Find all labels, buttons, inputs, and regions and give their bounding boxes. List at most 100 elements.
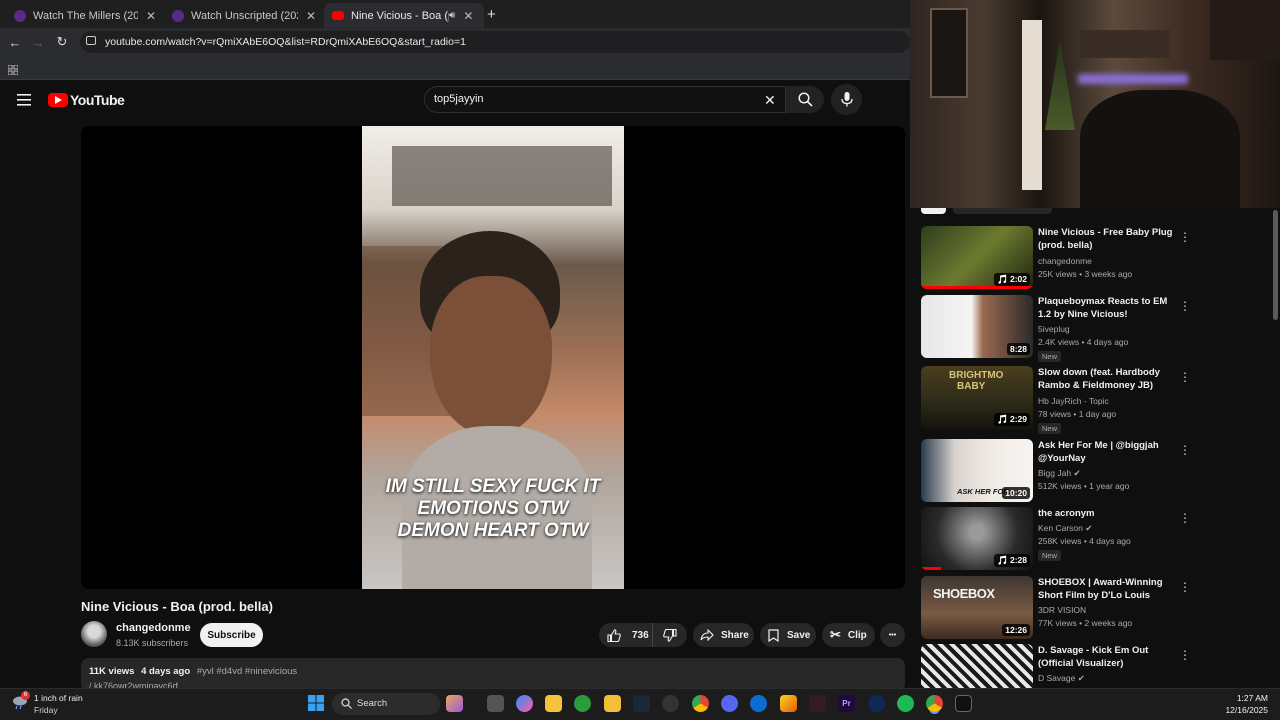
recommended-video[interactable]: 🎵︎ 2:28 the acronym Ken Carson ✔ 258K vi…	[921, 507, 1191, 571]
recommended-video[interactable]: 🎵︎ 2:02 Nine Vicious - Free Baby Plug (p…	[921, 226, 1191, 290]
forward-arrow-icon[interactable]: →	[29, 33, 47, 51]
rec-channel[interactable]: 5iveplug	[1038, 324, 1070, 334]
microsoft-store-icon[interactable]	[545, 695, 562, 712]
rec-channel[interactable]: 3DR VISION	[1038, 605, 1086, 615]
steam-icon[interactable]	[633, 695, 650, 712]
premiere-pro-icon[interactable]: Pr	[838, 695, 855, 712]
clear-search-icon[interactable]: ✕	[764, 92, 776, 109]
site-info-icon[interactable]	[86, 36, 96, 45]
rec-title[interactable]: Slow down (feat. Hardbody Rambo & Fieldm…	[1038, 366, 1178, 392]
tab-unscripted[interactable]: Watch Unscripted (2025) - Free ✕	[164, 3, 324, 28]
spotify-icon[interactable]	[897, 695, 914, 712]
chip-filter[interactable]	[953, 208, 1052, 214]
video-thumbnail[interactable]: ASK HER FOR 10:20	[921, 439, 1033, 502]
windows-start-icon[interactable]	[308, 695, 324, 711]
url-text[interactable]: youtube.com/watch?v=rQmiXAbE6OQ&list=RDr…	[105, 36, 466, 48]
more-actions-button[interactable]: •••	[880, 623, 905, 647]
recommended-video[interactable]: SHOEBOX 12:26 SHOEBOX | Award-Winning Sh…	[921, 576, 1191, 640]
app-icon[interactable]	[955, 695, 972, 712]
more-vert-icon[interactable]: ⋮	[1179, 648, 1191, 662]
copilot-app-icon[interactable]	[516, 695, 533, 712]
channel-avatar[interactable]	[81, 621, 107, 647]
rec-title[interactable]: D. Savage - Kick Em Out (Official Visual…	[1038, 644, 1178, 670]
xbox-icon[interactable]	[574, 695, 591, 712]
video-thumbnail[interactable]	[921, 644, 1033, 688]
clock-date[interactable]: 12/16/2025	[1200, 705, 1268, 715]
chip-filter[interactable]	[921, 208, 946, 214]
chrome-icon[interactable]	[692, 695, 709, 712]
weather-text[interactable]: 1 inch of rain	[34, 693, 83, 703]
like-button[interactable]: 736	[599, 623, 652, 647]
rec-title[interactable]: Ask Her For Me | @biggjah @YourNay	[1038, 439, 1178, 465]
back-arrow-icon[interactable]: ←	[6, 33, 24, 51]
voice-search-button[interactable]	[831, 84, 862, 115]
more-vert-icon[interactable]: ⋮	[1179, 580, 1191, 594]
video-thumbnail[interactable]: 8:28	[921, 295, 1033, 358]
more-vert-icon[interactable]: ⋮	[1179, 443, 1191, 457]
apps-grid-icon[interactable]	[7, 62, 19, 76]
tab-the-millers[interactable]: Watch The Millers (2024) - Free ✕	[6, 3, 164, 28]
app-icon[interactable]	[809, 695, 826, 712]
video-player[interactable]: IM STILL SEXY FUCK IT EMOTIONS OTW DEMON…	[81, 126, 905, 589]
scrollbar-thumb[interactable]	[1273, 210, 1278, 320]
close-tab-icon[interactable]: ✕	[306, 9, 316, 23]
video-thumbnail[interactable]: 🎵︎ 2:02	[921, 226, 1033, 289]
speaker-icon[interactable]: 🔊︎	[449, 10, 455, 21]
description-box[interactable]: 11K views 4 days ago #yvl #d4vd #ninevic…	[81, 658, 905, 692]
rec-meta: 25K views • 3 weeks ago	[1038, 269, 1133, 279]
hashtags[interactable]: #yvl #d4vd #ninevicious	[197, 666, 297, 677]
more-vert-icon[interactable]: ⋮	[1179, 370, 1191, 384]
video-thumbnail[interactable]: 🎵︎ 2:28	[921, 507, 1033, 570]
scrollbar[interactable]	[1271, 208, 1279, 688]
tab-nine-vicious[interactable]: Nine Vicious - Boa (prod. b 🔊︎ ✕	[324, 3, 484, 28]
rec-channel[interactable]: Hb JayRich - Topic	[1038, 396, 1109, 406]
view-count: 11K views	[89, 666, 135, 677]
search-query[interactable]: top5jayyin	[434, 93, 484, 105]
share-button[interactable]: Share	[693, 623, 754, 647]
new-tab-button[interactable]: +	[487, 6, 496, 23]
hamburger-menu-icon[interactable]	[17, 93, 31, 106]
rec-channel[interactable]: Bigg Jah ✔	[1038, 468, 1081, 479]
obs-icon[interactable]	[662, 695, 679, 712]
rec-title[interactable]: Nine Vicious - Free Baby Plug (prod. bel…	[1038, 226, 1178, 252]
clip-button[interactable]: ✂ Clip	[822, 623, 875, 647]
reload-icon[interactable]: ↻	[53, 33, 71, 51]
rec-title[interactable]: the acronym	[1038, 507, 1178, 520]
rec-title[interactable]: SHOEBOX | Award-Winning Short Film by D'…	[1038, 576, 1178, 602]
upload-date: 4 days ago	[141, 666, 191, 677]
rec-title[interactable]: Plaqueboymax Reacts to EM 1.2 by Nine Vi…	[1038, 295, 1178, 321]
video-thumbnail[interactable]: SHOEBOX 12:26	[921, 576, 1033, 639]
thumbs-up-icon	[607, 628, 621, 642]
tab-title: Watch Unscripted (2025) - Free	[191, 9, 298, 22]
file-explorer-icon[interactable]	[604, 695, 621, 712]
rec-channel[interactable]: Ken Carson ✔	[1038, 523, 1092, 534]
recommended-video[interactable]: D. Savage - Kick Em Out (Official Visual…	[921, 644, 1191, 688]
taskbar-search[interactable]: Search	[332, 693, 440, 715]
subscribe-button[interactable]: Subscribe	[200, 623, 263, 647]
rec-channel[interactable]: D Savage ✔	[1038, 673, 1085, 684]
more-vert-icon[interactable]: ⋮	[1179, 511, 1191, 525]
save-button[interactable]: Save	[760, 623, 816, 647]
recommended-video[interactable]: ASK HER FOR 10:20 Ask Her For Me | @bigg…	[921, 439, 1191, 503]
task-view-icon[interactable]	[487, 695, 504, 712]
app-icon[interactable]	[868, 695, 885, 712]
video-frame[interactable]: IM STILL SEXY FUCK IT EMOTIONS OTW DEMON…	[362, 126, 624, 589]
close-tab-icon[interactable]: ✕	[146, 9, 156, 23]
clock-time[interactable]: 1:27 AM	[1210, 693, 1268, 703]
video-thumbnail[interactable]: BRIGHTMO BABY 🎵︎ 2:29	[921, 366, 1033, 429]
chrome-active-icon[interactable]	[926, 695, 943, 712]
search-button[interactable]	[786, 86, 824, 113]
channel-name[interactable]: changedonme	[116, 622, 191, 634]
discord-icon[interactable]	[721, 695, 738, 712]
app-icon[interactable]	[780, 695, 797, 712]
more-vert-icon[interactable]: ⋮	[1179, 230, 1191, 244]
copilot-icon[interactable]	[446, 695, 463, 712]
youtube-logo[interactable]: YouTube	[48, 92, 125, 108]
recommended-video[interactable]: 8:28 Plaqueboymax Reacts to EM 1.2 by Ni…	[921, 295, 1191, 362]
dislike-button[interactable]	[652, 623, 687, 647]
recommended-video[interactable]: BRIGHTMO BABY 🎵︎ 2:29 Slow down (feat. H…	[921, 366, 1191, 434]
rec-channel[interactable]: changedonme	[1038, 256, 1092, 266]
more-vert-icon[interactable]: ⋮	[1179, 299, 1191, 313]
close-tab-icon[interactable]: ✕	[463, 9, 473, 23]
vscode-icon[interactable]	[750, 695, 767, 712]
